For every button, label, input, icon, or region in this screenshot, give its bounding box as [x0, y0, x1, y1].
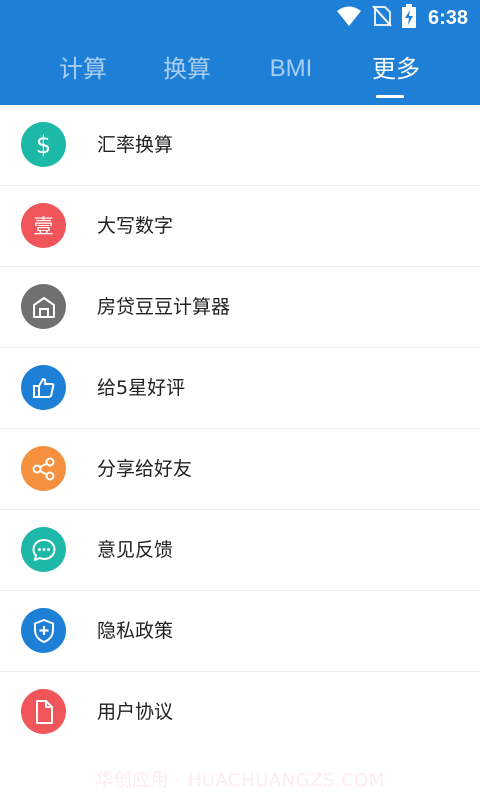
- dollar-icon: $: [21, 122, 66, 167]
- list-item-label: 给5星好评: [97, 377, 186, 399]
- list-item-mortgage-calculator[interactable]: 房贷豆豆计算器: [0, 267, 480, 348]
- battery-charging-icon: [401, 4, 416, 32]
- numeral-glyph: 壹: [33, 213, 54, 238]
- list-item-uppercase-number[interactable]: 壹 大写数字: [0, 186, 480, 267]
- list-item-privacy-policy[interactable]: 隐私政策: [0, 591, 480, 672]
- wifi-icon: [336, 5, 362, 31]
- tab-indicator: [376, 95, 404, 98]
- dollar-glyph: $: [35, 130, 52, 159]
- list-item-label: 汇率换算: [97, 134, 174, 156]
- status-time: 6:38: [427, 6, 468, 29]
- list-item-label: 房贷豆豆计算器: [97, 296, 231, 318]
- list-item-label: 大写数字: [97, 215, 174, 237]
- list-item-share[interactable]: 分享给好友: [0, 429, 480, 510]
- list-item-label: 隐私政策: [97, 620, 174, 642]
- tab-more[interactable]: 更多: [353, 44, 439, 94]
- document-icon: [21, 689, 66, 734]
- list-item-label: 用户协议: [97, 701, 174, 723]
- app-header: 6:38 计算 换算 BMI 更多: [0, 0, 480, 105]
- list-item-rate-5-stars[interactable]: 给5星好评: [0, 348, 480, 429]
- house-icon: [21, 284, 66, 329]
- tab-bmi[interactable]: BMI: [248, 44, 334, 94]
- chinese-numeral-icon: 壹: [21, 203, 66, 248]
- share-icon: [21, 446, 66, 491]
- list-item-exchange-rate[interactable]: $ 汇率换算: [0, 105, 480, 186]
- list-item-user-agreement[interactable]: 用户协议: [0, 672, 480, 752]
- no-sim-icon: [372, 5, 392, 31]
- status-bar: 6:38: [0, 0, 480, 36]
- watermark: 华创应用 · HUACHUANGZS.COM: [95, 770, 385, 791]
- shield-icon: [21, 608, 66, 653]
- tab-convert[interactable]: 换算: [144, 44, 230, 94]
- tab-bar: 计算 换算 BMI 更多: [0, 44, 480, 105]
- more-menu-list: $ 汇率换算 壹 大写数字 房贷豆豆计算器 给5星好评 分享给好友 意见反馈 隐…: [0, 105, 480, 752]
- thumbs-up-icon: [21, 365, 66, 410]
- chat-bubble-icon: [21, 527, 66, 572]
- list-item-label: 分享给好友: [97, 458, 193, 480]
- list-item-label: 意见反馈: [97, 539, 174, 561]
- list-item-feedback[interactable]: 意见反馈: [0, 510, 480, 591]
- status-icons: 6:38: [336, 4, 468, 32]
- tab-calculate[interactable]: 计算: [40, 44, 126, 94]
